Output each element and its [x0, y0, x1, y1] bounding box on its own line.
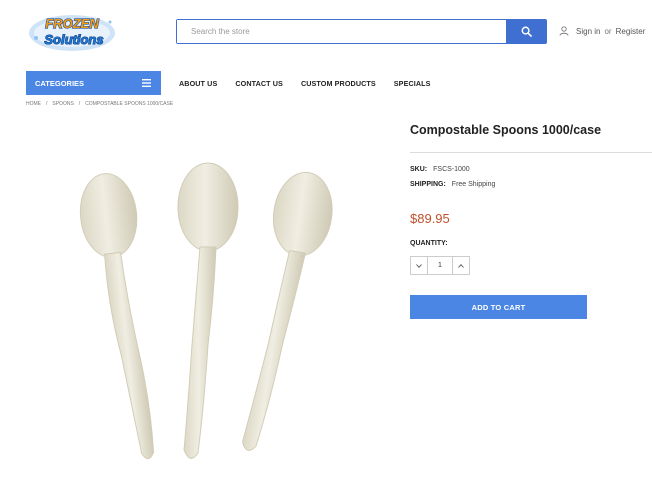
breadcrumb-home[interactable]: HOME	[26, 101, 41, 107]
search-button[interactable]	[506, 20, 546, 43]
breadcrumb-separator: /	[78, 101, 81, 107]
site-logo[interactable]: FROZEN Solutions	[26, 8, 118, 54]
nav-item-contact-us[interactable]: CONTACT US	[235, 79, 283, 88]
account-or-text: or	[604, 26, 612, 36]
search-bar	[176, 19, 547, 44]
title-divider	[410, 152, 652, 153]
breadcrumb-separator: /	[46, 101, 48, 107]
categories-button[interactable]: CATEGORIES	[26, 71, 161, 95]
nav-item-custom-products[interactable]: CUSTOM PRODUCTS	[301, 79, 376, 88]
quantity-input[interactable]	[428, 262, 452, 269]
menu-icon	[142, 79, 151, 87]
add-to-cart-button[interactable]: ADD TO CART	[410, 295, 587, 319]
search-icon	[521, 26, 532, 37]
register-link[interactable]: Register	[616, 27, 646, 36]
svg-text:Solutions: Solutions	[44, 32, 103, 47]
categories-label: CATEGORIES	[35, 78, 85, 88]
search-input[interactable]	[177, 20, 506, 43]
nav-item-specials[interactable]: SPECIALS	[394, 79, 431, 88]
breadcrumb-current: COMPOSTABLE SPOONS 1000/CASE	[85, 101, 174, 107]
account-links: Sign in or Register	[559, 26, 645, 36]
product-price: $89.95	[410, 211, 450, 226]
sku-label: SKU:	[410, 166, 428, 173]
sign-in-link[interactable]: Sign in	[576, 27, 600, 36]
shipping-label: SHIPPING:	[410, 181, 446, 188]
shipping-value: Free Shipping	[451, 181, 496, 188]
shipping-row: SHIPPING: Free Shipping	[410, 181, 495, 188]
sku-value: FSCS-1000	[433, 166, 470, 173]
quantity-increase-button[interactable]	[452, 257, 469, 274]
sku-row: SKU: FSCS-1000	[410, 166, 470, 173]
quantity-stepper	[410, 256, 470, 275]
user-icon	[559, 26, 569, 36]
product-title: Compostable Spoons 1000/case	[410, 123, 602, 137]
quantity-label: QUANTITY:	[410, 240, 448, 247]
chevron-down-icon	[416, 263, 422, 268]
breadcrumb-spoons[interactable]: SPOONS	[52, 101, 73, 107]
quantity-decrease-button[interactable]	[411, 257, 428, 274]
chevron-up-icon	[458, 263, 464, 268]
nav-item-about-us[interactable]: ABOUT US	[179, 79, 217, 88]
product-image[interactable]	[78, 155, 338, 470]
breadcrumb: HOME / SPOONS / COMPOSTABLE SPOONS 1000/…	[26, 101, 173, 107]
main-nav: ABOUT US CONTACT US CUSTOM PRODUCTS SPEC…	[179, 79, 449, 88]
svg-text:FROZEN: FROZEN	[45, 16, 99, 31]
